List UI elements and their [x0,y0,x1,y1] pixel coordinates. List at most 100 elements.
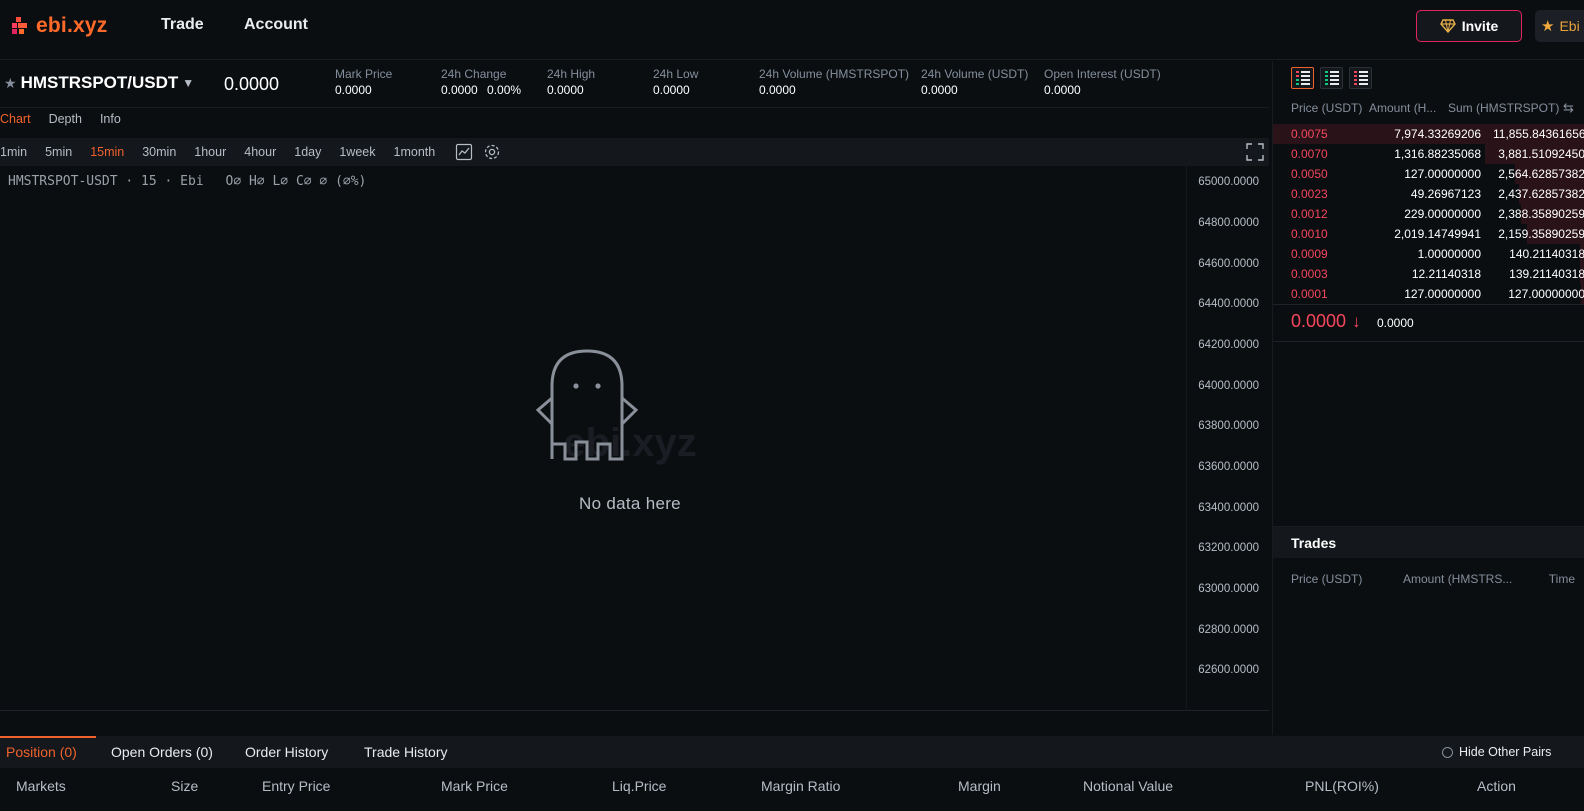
logo[interactable]: ebi.xyz [10,14,107,38]
stat-value: 0.0000 [335,83,372,97]
no-data-placeholder: ebi.xyz No data here [510,346,750,516]
chart-settings-gear-icon[interactable] [483,143,501,161]
ebi-logo-icon [12,17,27,34]
ask-row[interactable]: 0.0009 1.00000000 140.21140318 [1273,244,1584,264]
chart-ohlc-values: O∅ H∅ L∅ C∅ ∅ (∅%) [225,174,367,189]
stat-label: 24h Volume (HMSTRSPOT) [759,67,910,81]
stat-value: 0.0000 [441,83,478,97]
ask-row[interactable]: 0.0075 7,974.33269206 11,855.84361656 [1273,124,1584,144]
nav-trade[interactable]: Trade [161,16,204,34]
chart-view-tabs: Chart Depth Info [0,112,139,134]
ask-amount: 127.00000000 [1404,287,1481,301]
ebi-points-button[interactable]: ★ Ebi [1535,10,1584,42]
ask-price: 0.0010 [1291,227,1328,241]
ask-row[interactable]: 0.0050 127.00000000 2,564.62857382 [1273,164,1584,184]
ask-amount: 229.00000000 [1404,207,1481,221]
ask-row[interactable]: 0.0023 49.26967123 2,437.62857382 [1273,184,1584,204]
interval-4hour[interactable]: 4hour [244,145,276,159]
tab-depth[interactable]: Depth [49,112,82,134]
col-markets: Markets [16,778,66,794]
y-tick: 64800.0000 [1198,217,1259,229]
col-pnl-roi: PNL(ROI%) [1305,778,1379,794]
interval-1week[interactable]: 1week [339,145,375,159]
stat-mark-price: Mark Price 0.0000 [335,67,392,97]
ask-row[interactable]: 0.0070 1,316.88235068 3,881.51092450 [1273,144,1584,164]
y-tick: 64000.0000 [1198,380,1259,392]
stat-value: 0.0000 [653,83,690,97]
caret-down-icon: ▼ [182,76,195,90]
tab-trade-history[interactable]: Trade History [364,744,448,760]
ask-amount: 2,019.14749941 [1394,227,1481,241]
col-action: Action [1477,778,1516,794]
price-axis[interactable]: 65000.0000 64800.0000 64600.0000 64400.0… [1186,166,1269,711]
col-margin-ratio: Margin Ratio [761,778,841,794]
y-tick: 63200.0000 [1198,542,1259,554]
tab-order-history[interactable]: Order History [245,744,328,760]
ask-row[interactable]: 0.0001 127.00000000 127.00000000 [1273,284,1584,304]
mid-price-mark: 0.0000 [1377,316,1414,330]
fullscreen-icon[interactable] [1246,143,1264,161]
no-data-text: No data here [579,494,681,513]
indicators-icon[interactable] [455,143,473,161]
ask-sum: 11,855.84361656 [1493,127,1584,141]
col-margin: Margin [958,778,1001,794]
ask-row[interactable]: 0.0003 12.21140318 139.21140318 [1273,264,1584,284]
nav-account[interactable]: Account [244,16,308,34]
pair-selector[interactable]: ★ HMSTRSPOT/USDT ▼ [4,73,194,93]
ebi-label: Ebi [1559,18,1580,34]
pair-name: HMSTRSPOT/USDT [20,73,179,92]
col-price: Price (USDT) [1291,101,1363,115]
interval-1hour[interactable]: 1hour [194,145,226,159]
ask-price: 0.0075 [1291,127,1328,141]
tab-info[interactable]: Info [100,112,121,134]
stat-label: 24h High [547,67,596,81]
invite-button[interactable]: Invite [1416,10,1522,42]
order-book-view-toggles [1291,67,1372,89]
hide-other-pairs-toggle[interactable]: Hide Other Pairs [1442,745,1551,759]
tab-chart[interactable]: Chart [0,112,31,134]
orderbook-bids-view-icon[interactable] [1320,67,1343,89]
interval-1day[interactable]: 1day [294,145,321,159]
orderbook-asks-view-icon[interactable] [1349,67,1372,89]
top-navigation-bar: ebi.xyz Trade Account Invite ★ Ebi [0,0,1584,60]
interval-15min[interactable]: 15min [90,145,124,159]
stat-value: 0.0000 [547,83,584,97]
ghost-icon [535,349,639,461]
col-size: Size [171,778,199,794]
radio-button[interactable] [1442,746,1453,758]
ask-price: 0.0023 [1291,187,1328,201]
stat-label: 24h Volume (USDT) [921,67,1029,81]
col-trade-price: Price (USDT) [1291,572,1363,586]
tab-position[interactable]: Position (0) [6,744,77,760]
col-entry-price: Entry Price [262,778,331,794]
favorite-star-icon[interactable]: ★ [4,75,17,92]
stat-value-percent: 0.00% [487,83,522,97]
ask-amount: 7,974.33269206 [1394,127,1481,141]
orderbook-both-view-icon[interactable] [1291,67,1314,89]
stat-open-interest: Open Interest (USDT) 0.0000 [1044,67,1161,97]
interval-1min[interactable]: 1min [0,145,27,159]
trades-header: Trades [1273,526,1584,558]
ask-amount: 127.00000000 [1404,167,1481,181]
ask-row[interactable]: 0.0012 229.00000000 2,388.35890259 [1273,204,1584,224]
interval-1month[interactable]: 1month [394,145,436,159]
interval-5min[interactable]: 5min [45,145,72,159]
col-mark-price: Mark Price [441,778,508,794]
ask-row[interactable]: 0.0010 2,019.14749941 2,159.35890259 [1273,224,1584,244]
stat-label: Mark Price [335,67,393,81]
ask-sum: 2,564.62857382 [1498,167,1584,181]
y-tick: 63000.0000 [1198,583,1259,595]
y-tick: 62600.0000 [1198,664,1259,676]
last-price: 0.0000 [224,74,280,94]
positions-tabs: Position (0) Open Orders (0) Order Histo… [0,736,1584,768]
swap-arrows-icon[interactable]: ⇆ [1563,100,1574,116]
stat-24h-high: 24h High 0.0000 [547,67,595,97]
price-chart[interactable]: HMSTRSPOT-USDT · 15 · Ebi O∅ H∅ L∅ C∅ ∅ … [0,166,1269,711]
mid-price-value: 0.0000 [1291,311,1347,331]
stat-24h-volume-quote: 24h Volume (USDT) 0.0000 [921,67,1028,97]
y-tick: 64600.0000 [1198,258,1259,270]
logo-text: ebi.xyz [36,14,108,37]
tab-open-orders[interactable]: Open Orders (0) [111,744,213,760]
ask-price: 0.0003 [1291,267,1328,281]
interval-30min[interactable]: 30min [142,145,176,159]
